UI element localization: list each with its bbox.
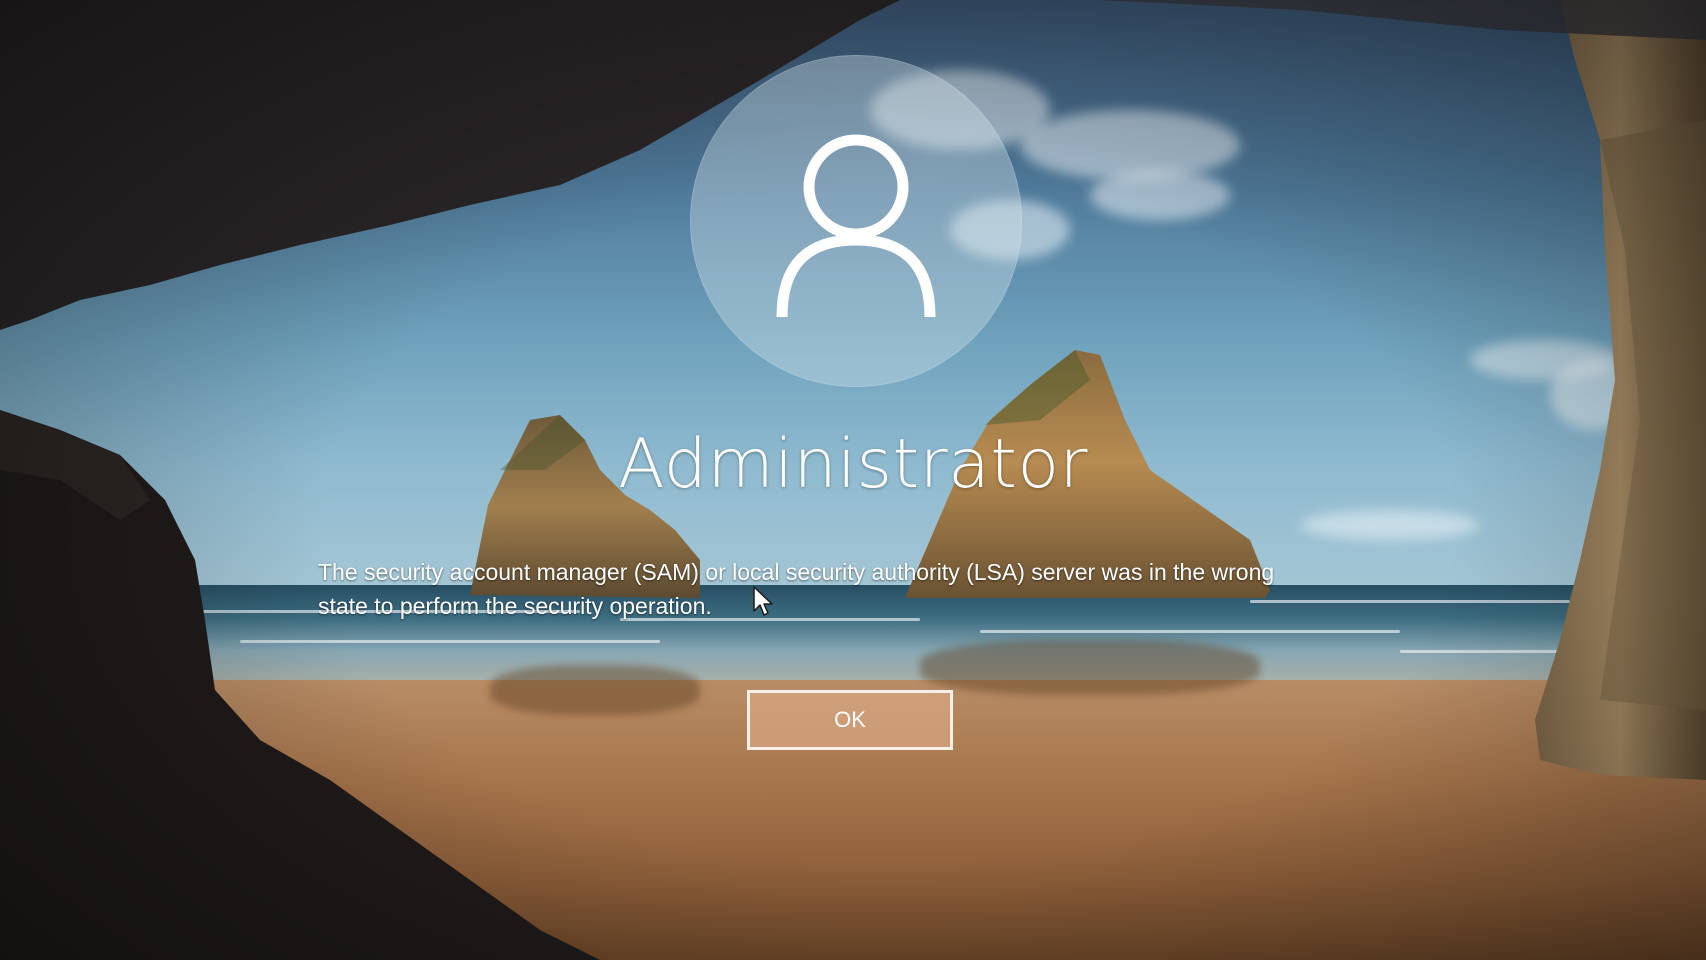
user-avatar <box>690 55 1022 387</box>
mouse-pointer-icon <box>753 586 773 616</box>
error-message: The security account manager (SAM) or lo… <box>318 555 1358 623</box>
error-message-line: state to perform the security operation. <box>318 593 712 619</box>
error-message-line: The security account manager (SAM) or lo… <box>318 559 1275 585</box>
account-username: Administrator <box>617 425 1089 504</box>
ok-button-label: OK <box>834 707 866 732</box>
user-silhouette-icon <box>776 134 936 318</box>
lock-screen: Administrator The security account manag… <box>0 0 1706 960</box>
ok-button[interactable]: OK <box>747 690 953 750</box>
